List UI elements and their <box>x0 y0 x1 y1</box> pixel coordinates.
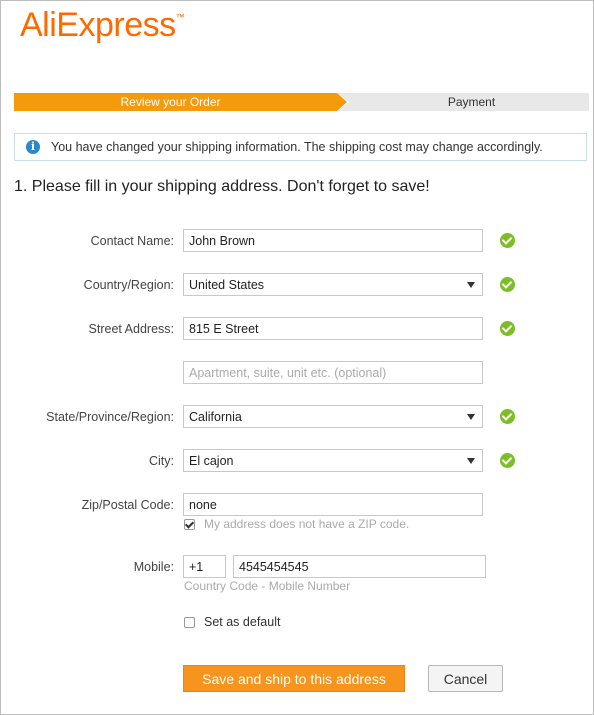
shipping-change-notice: i You have changed your shipping informa… <box>14 133 587 161</box>
save-and-ship-button[interactable]: Save and ship to this address <box>183 665 405 692</box>
info-icon: i <box>26 140 40 154</box>
country-valid-icon <box>500 277 515 292</box>
state-valid-icon <box>500 409 515 424</box>
state-select[interactable]: California <box>183 405 483 428</box>
no-zip-checkbox[interactable] <box>184 519 195 530</box>
street-address-input[interactable] <box>183 317 483 340</box>
country-value: United States <box>189 278 265 292</box>
contact-name-input[interactable] <box>183 229 483 252</box>
checkout-steps: Review your Order Payment <box>14 93 589 111</box>
country-code-input[interactable] <box>183 555 226 578</box>
street-valid-icon <box>500 321 515 336</box>
dropdown-caret-icon <box>467 414 475 420</box>
dropdown-caret-icon <box>467 282 475 288</box>
apartment-input[interactable] <box>183 361 483 384</box>
section-heading: 1. Please fill in your shipping address.… <box>14 178 430 195</box>
step-review-label: Review your Order <box>120 95 221 109</box>
step-payment-label: Payment <box>447 95 496 109</box>
set-default-label: Set as default <box>204 615 281 629</box>
cancel-button[interactable]: Cancel <box>428 665 503 692</box>
city-select[interactable]: El cajon <box>183 449 483 472</box>
contact-name-label: Contact Name: <box>90 234 174 248</box>
state-label: State/Province/Region: <box>46 410 174 424</box>
mobile-hint: Country Code - Mobile Number <box>184 579 351 593</box>
mobile-number-input[interactable] <box>233 555 486 578</box>
country-select[interactable]: United States <box>183 273 483 296</box>
logo-express: Express <box>56 6 176 44</box>
zip-input[interactable] <box>183 493 483 516</box>
logo-trademark: ™ <box>175 12 185 22</box>
contact-name-valid-icon <box>500 233 515 248</box>
city-valid-icon <box>500 453 515 468</box>
zip-label: Zip/Postal Code: <box>81 498 174 512</box>
state-value: California <box>189 410 242 424</box>
mobile-label: Mobile: <box>133 560 174 574</box>
aliexpress-logo[interactable]: AliExpress™ <box>20 6 185 45</box>
city-label: City: <box>149 454 174 468</box>
city-value: El cajon <box>189 454 234 468</box>
dropdown-caret-icon <box>467 458 475 464</box>
no-zip-label: My address does not have a ZIP code. <box>204 517 410 531</box>
logo-ali: Ali <box>20 6 57 44</box>
notice-text: You have changed your shipping informati… <box>51 140 543 154</box>
step-arrow-icon <box>337 93 347 111</box>
street-label: Street Address: <box>88 322 174 336</box>
country-label: Country/Region: <box>83 278 174 292</box>
set-default-checkbox[interactable] <box>184 617 195 628</box>
